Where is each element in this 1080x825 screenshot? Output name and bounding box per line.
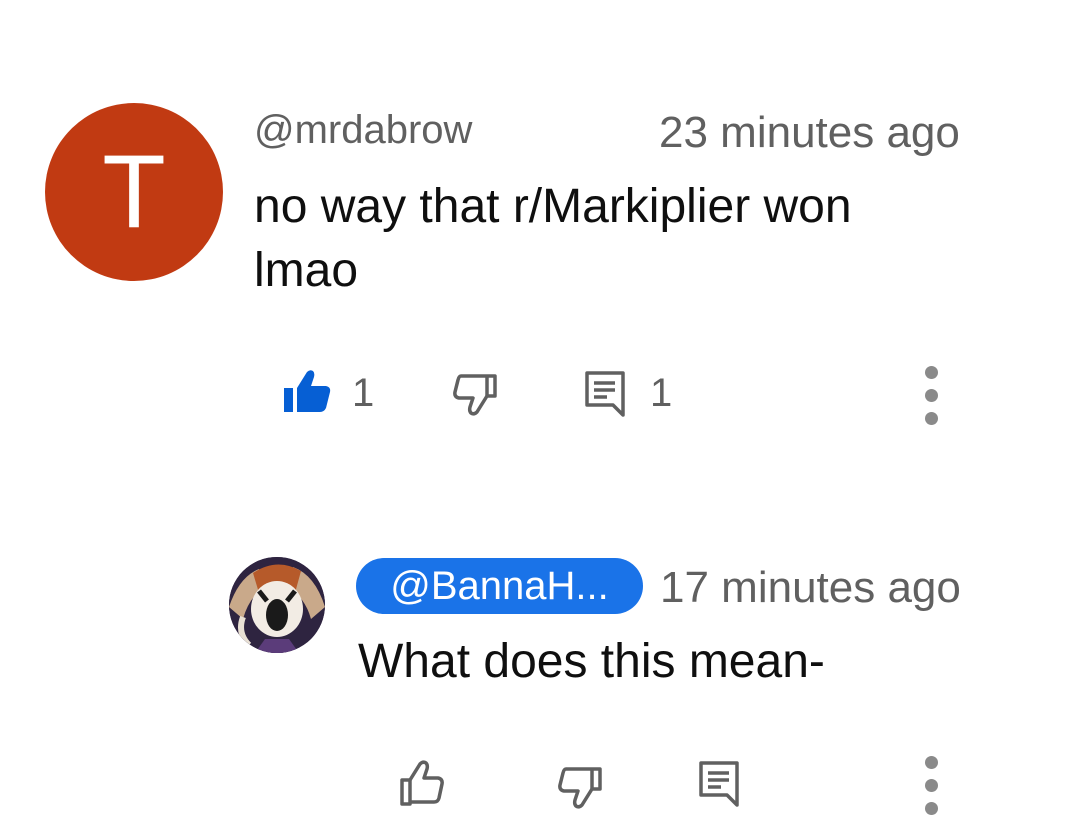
reply-text: What does this mean-	[358, 635, 825, 688]
avatar-image	[229, 557, 325, 653]
reply-count: 1	[650, 371, 673, 415]
like-count: 1	[352, 371, 375, 415]
thumbs-up-icon[interactable]	[398, 760, 446, 806]
comment-timestamp: 23 minutes ago	[659, 108, 960, 157]
comment-author[interactable]: @mrdabrow	[254, 110, 472, 150]
more-vertical-icon[interactable]	[921, 366, 941, 435]
thumbs-down-icon[interactable]	[451, 372, 499, 416]
reply-icon[interactable]	[584, 370, 626, 418]
reply-avatar[interactable]	[229, 557, 325, 653]
reply-author-badge[interactable]: @BannaH...	[356, 558, 643, 614]
comment-text: no way that r/Markiplier won lmao	[254, 180, 852, 297]
reply-icon[interactable]	[698, 760, 740, 808]
more-vertical-icon[interactable]	[921, 756, 941, 825]
thumbs-up-filled-icon[interactable]	[282, 368, 332, 414]
reply-timestamp: 17 minutes ago	[660, 563, 961, 612]
thumbs-down-icon[interactable]	[556, 765, 604, 809]
avatar[interactable]: T	[45, 103, 223, 281]
